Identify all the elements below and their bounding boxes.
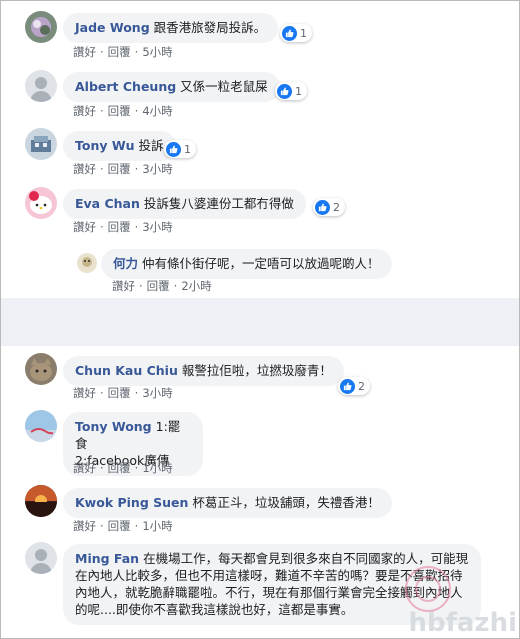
- comment-text: 報警拉佢啦，垃撚圾廢青！: [181, 363, 332, 378]
- comment-bubble: Tony Wu 投訴: [63, 131, 176, 161]
- like-icon: [315, 199, 330, 215]
- reaction-count[interactable]: 1: [280, 24, 312, 42]
- avatar-kwok-ping-suen[interactable]: [25, 485, 57, 517]
- comment-actions: 讚好 · 回覆 · 3小時: [73, 220, 173, 234]
- comment-text: 投訴: [138, 138, 164, 153]
- comment-text: 跟香港旅發局投訴。: [153, 20, 267, 35]
- comment-author[interactable]: 何力: [113, 256, 138, 271]
- like-link[interactable]: 讚好: [73, 45, 96, 59]
- reaction-count[interactable]: 1: [164, 140, 196, 158]
- avatar-ming-fan[interactable]: [25, 542, 57, 574]
- reply-link[interactable]: 回覆: [147, 279, 170, 293]
- comment-actions: 讚好 · 回覆 · 4小時: [73, 104, 173, 118]
- reply-bubble: 何力 仲有條仆街仔呢，一定唔可以放過呢啲人！: [101, 249, 392, 279]
- comment-text: 又係一粒老鼠屎: [180, 79, 268, 94]
- like-link[interactable]: 讚好: [112, 279, 135, 293]
- comment-author[interactable]: Jade Wong: [75, 20, 150, 35]
- reaction-count[interactable]: 1: [275, 82, 307, 100]
- comment-bubble: Kwok Ping Suen 杯葛正斗，垃圾舖頭，失禮香港！: [63, 488, 392, 518]
- reply-link[interactable]: 回覆: [108, 461, 131, 475]
- comment-text: 仲有條仆街仔呢，一定唔可以放過呢啲人！: [142, 256, 380, 271]
- comment-time[interactable]: 3小時: [142, 386, 172, 400]
- like-icon: [277, 83, 292, 99]
- comment-time[interactable]: 5小時: [142, 45, 172, 59]
- comment-author[interactable]: Chun Kau Chiu: [75, 363, 178, 378]
- like-icon: [282, 25, 297, 41]
- like-link[interactable]: 讚好: [73, 461, 96, 475]
- like-link[interactable]: 讚好: [73, 162, 96, 176]
- avatar-eva-chan[interactable]: [25, 187, 57, 219]
- like-link[interactable]: 讚好: [73, 386, 96, 400]
- watermark: hbfazhi: [408, 608, 517, 638]
- like-icon: [166, 141, 181, 157]
- comment-author[interactable]: Eva Chan: [75, 196, 140, 211]
- like-link[interactable]: 讚好: [73, 519, 96, 533]
- comment-actions: 讚好 · 回覆 · 1小時: [73, 461, 173, 475]
- comment-actions: 讚好 · 回覆 · 1小時: [73, 519, 173, 533]
- reaction-count[interactable]: 2: [313, 198, 345, 216]
- reply-link[interactable]: 回覆: [108, 386, 131, 400]
- avatar-albert-cheung[interactable]: [25, 70, 57, 102]
- comment-actions: 讚好 · 回覆 · 3小時: [73, 162, 173, 176]
- comment-actions: 讚好 · 回覆 · 2小時: [112, 279, 212, 293]
- reply-link[interactable]: 回覆: [108, 104, 131, 118]
- comment-author[interactable]: Albert Cheung: [75, 79, 176, 94]
- comment-time[interactable]: 2小時: [181, 279, 211, 293]
- reply-link[interactable]: 回覆: [108, 220, 131, 234]
- comment-thread: Jade Wong 跟香港旅發局投訴。 1 讚好 · 回覆 · 5小時 Albert Ch…: [0, 0, 520, 639]
- avatar-he-li[interactable]: [77, 253, 97, 273]
- reaction-count[interactable]: 2: [338, 377, 370, 395]
- comment-author[interactable]: Kwok Ping Suen: [75, 495, 188, 510]
- reply-link[interactable]: 回覆: [108, 519, 131, 533]
- section-divider: [1, 298, 519, 346]
- comment-time[interactable]: 3小時: [142, 162, 172, 176]
- comment-bubble: Chun Kau Chiu 報警拉佢啦，垃撚圾廢青！: [63, 356, 344, 386]
- comment-time[interactable]: 1小時: [142, 519, 172, 533]
- comment-time[interactable]: 3小時: [142, 220, 172, 234]
- comment-author[interactable]: Ming Fan: [75, 551, 139, 566]
- avatar-tony-wong[interactable]: [25, 410, 57, 442]
- reply-link[interactable]: 回覆: [108, 45, 131, 59]
- avatar-jade-wong[interactable]: [25, 11, 57, 43]
- watermark-logo: [405, 566, 451, 612]
- comment-text: 杯葛正斗，垃圾舖頭，失禮香港！: [192, 495, 380, 510]
- comment-bubble: Jade Wong 跟香港旅發局投訴。: [63, 13, 279, 43]
- like-link[interactable]: 讚好: [73, 104, 96, 118]
- comment-bubble: Eva Chan 投訴隻八婆連份工都冇得做: [63, 189, 306, 219]
- comment-bubble: Albert Cheung 又係一粒老鼠屎: [63, 72, 280, 102]
- comment-author[interactable]: Tony Wu: [75, 138, 135, 153]
- comment-text: 投訴隻八婆連份工都冇得做: [143, 196, 294, 211]
- comment-time[interactable]: 1小時: [142, 461, 172, 475]
- avatar-chun-kau-chiu[interactable]: [25, 353, 57, 385]
- like-icon: [340, 378, 355, 394]
- comment-actions: 讚好 · 回覆 · 3小時: [73, 386, 173, 400]
- avatar-tony-wu[interactable]: [25, 128, 57, 160]
- comment-author[interactable]: Tony Wong: [75, 419, 152, 434]
- comment-time[interactable]: 4小時: [142, 104, 172, 118]
- comment-actions: 讚好 · 回覆 · 5小時: [73, 45, 173, 59]
- reply-link[interactable]: 回覆: [108, 162, 131, 176]
- like-link[interactable]: 讚好: [73, 220, 96, 234]
